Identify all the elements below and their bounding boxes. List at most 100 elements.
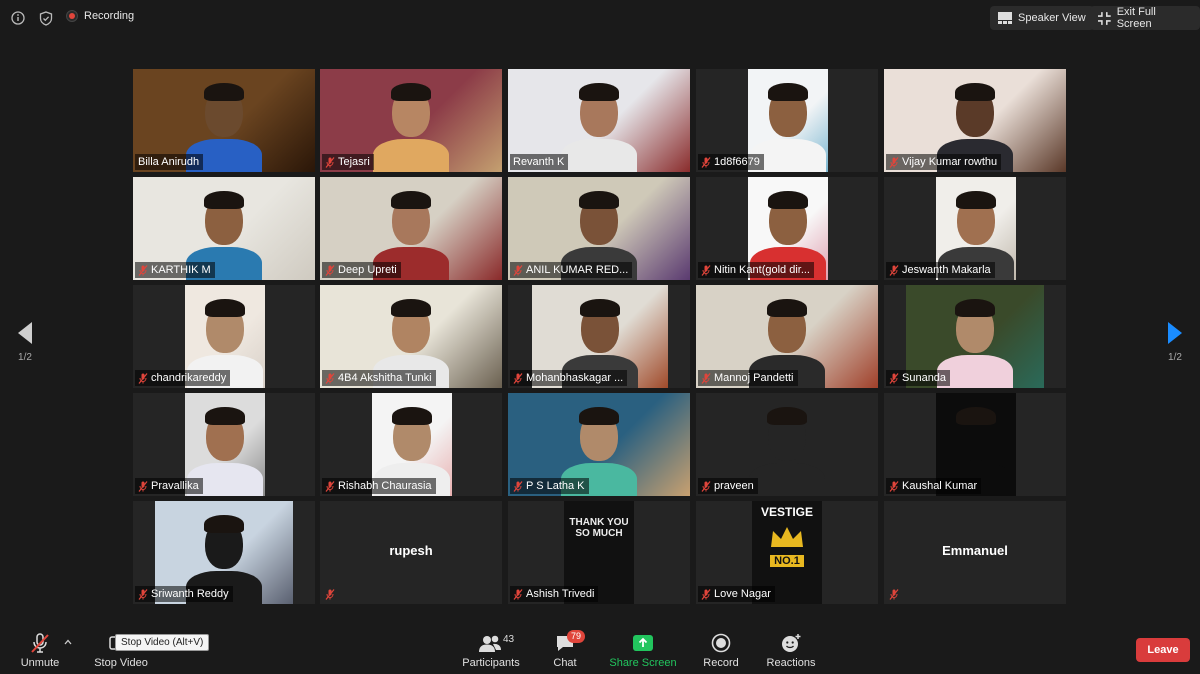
participant-tile[interactable]: Mannoj Pandetti (696, 285, 878, 388)
participant-tile[interactable]: Sriwanth Reddy (133, 501, 315, 604)
participant-tile[interactable]: Jeswanth Makarla (884, 177, 1066, 280)
participant-name-bar: Deep Upreti (322, 262, 401, 278)
speaker-view-icon (998, 12, 1012, 24)
shield-icon[interactable] (37, 9, 55, 27)
info-icon[interactable] (9, 9, 27, 27)
participant-name: Jeswanth Makarla (902, 264, 991, 276)
next-page-button[interactable]: 1/2 (1160, 322, 1190, 363)
participant-name-bar: Mannoj Pandetti (698, 370, 798, 386)
participant-tile[interactable]: Rishabh Chaurasia (320, 393, 502, 496)
participant-name-bar: Sunanda (886, 370, 951, 386)
mic-muted-icon (138, 264, 148, 276)
participant-name: Revanth K (513, 156, 565, 168)
mic-muted-icon (701, 264, 711, 276)
participant-tile[interactable]: 4B4 Akshitha Tunki (320, 285, 502, 388)
leave-button[interactable]: Leave (1136, 638, 1190, 662)
participant-name: Deep Upreti (338, 264, 397, 276)
participant-tile[interactable]: Revanth K (508, 69, 690, 172)
participant-name-bar: KARTHIK M (135, 262, 215, 278)
participants-icon (479, 635, 501, 652)
participant-tile[interactable]: Tejasri (320, 69, 502, 172)
chevron-right-icon (1168, 322, 1182, 344)
participant-tile[interactable]: Billa Anirudh (133, 69, 315, 172)
participant-name-bar: 1d8f6679 (698, 154, 764, 170)
participant-tile[interactable]: Kaushal Kumar (884, 393, 1066, 496)
previous-page-button[interactable]: 1/2 (10, 322, 40, 363)
speaker-view-button[interactable]: Speaker View (990, 6, 1094, 30)
participant-name: Sunanda (902, 372, 947, 384)
mic-muted-icon (889, 264, 899, 276)
record-button[interactable]: Record (699, 630, 743, 669)
participant-tile[interactable]: chandrikareddy (133, 285, 315, 388)
participant-name-bar: Nitin Kant(gold dir... (698, 262, 814, 278)
participant-name: Billa Anirudh (138, 156, 200, 168)
unmute-button[interactable]: Unmute (18, 630, 62, 669)
participant-name: Pravallika (151, 480, 199, 492)
participant-display-name: Emmanuel (942, 543, 1008, 558)
mic-muted-icon (889, 156, 899, 168)
participant-name-bar: Vijay Kumar rowthu (886, 154, 1002, 170)
participant-tile[interactable]: praveen (696, 393, 878, 496)
mic-muted-icon (138, 480, 148, 492)
mic-muted-icon (325, 156, 335, 168)
participant-tile[interactable]: ANIL KUMAR RED... (508, 177, 690, 280)
participant-tile[interactable]: Emmanuel (884, 501, 1066, 604)
participant-name: Sriwanth Reddy (151, 588, 229, 600)
participant-tile[interactable]: KARTHIK M (133, 177, 315, 280)
participant-name-bar: P S Latha K (510, 478, 589, 494)
participant-tile[interactable]: Mohanbhaskagar ... (508, 285, 690, 388)
participant-name: chandrikareddy (151, 372, 227, 384)
participant-name-bar: Jeswanth Makarla (886, 262, 995, 278)
participant-tile[interactable]: Sunanda (884, 285, 1066, 388)
record-icon (711, 633, 731, 653)
share-screen-button[interactable]: Share Screen (608, 630, 678, 669)
participant-name: Rishabh Chaurasia (338, 480, 432, 492)
video-image-text: VESTIGE (760, 505, 813, 519)
crown-icon (771, 527, 803, 547)
participant-tile[interactable]: Deep Upreti (320, 177, 502, 280)
chat-unread-badge: 79 (567, 630, 586, 643)
participant-tile[interactable]: 1d8f6679 (696, 69, 878, 172)
mic-muted-icon (31, 633, 49, 653)
exit-fullscreen-button[interactable]: Exit Full Screen (1090, 6, 1200, 30)
chat-button[interactable]: 79 Chat (545, 630, 586, 669)
participant-tile[interactable]: Vijay Kumar rowthu (884, 69, 1066, 172)
mic-muted-icon (138, 588, 148, 600)
participant-name: 4B4 Akshitha Tunki (338, 372, 432, 384)
participant-name-bar: praveen (698, 478, 758, 494)
participant-name: Ashish Trivedi (526, 588, 595, 600)
participant-tile[interactable]: P S Latha K (508, 393, 690, 496)
participant-name-bar: Billa Anirudh (135, 154, 204, 170)
participant-name-bar: Mohanbhaskagar ... (510, 370, 628, 386)
participant-name-bar: Tejasri (322, 154, 374, 170)
mic-muted-icon (701, 588, 711, 600)
mic-muted-icon (701, 480, 711, 492)
participant-name-bar: Revanth K (510, 154, 569, 170)
recording-indicator[interactable]: Recording (66, 10, 134, 22)
mic-muted-icon (701, 372, 711, 384)
participant-name: ANIL KUMAR RED... (526, 264, 629, 276)
stop-video-tooltip: Stop Video (Alt+V) (115, 634, 210, 651)
participants-button[interactable]: 43 Participants (458, 630, 524, 669)
participant-name: Mohanbhaskagar ... (526, 372, 624, 384)
participant-name-bar: Kaushal Kumar (886, 478, 982, 494)
participant-tile[interactable]: THANK YOU SO MUCH Ashish Trivedi (508, 501, 690, 604)
exit-fullscreen-icon (1098, 11, 1111, 25)
participant-name-bar: Rishabh Chaurasia (322, 478, 436, 494)
audio-options-caret[interactable] (62, 636, 74, 648)
participant-name: Tejasri (338, 156, 370, 168)
participant-tile[interactable]: rupesh (320, 501, 502, 604)
recording-label: Recording (84, 10, 135, 22)
mic-muted-icon (889, 480, 899, 492)
mic-muted-icon (889, 372, 899, 384)
video-image-subtext: NO.1 (770, 555, 804, 567)
video-image-text: THANK YOU SO MUCH (569, 517, 629, 539)
mic-muted-icon (513, 480, 523, 492)
participant-tile[interactable]: Nitin Kant(gold dir... (696, 177, 878, 280)
participant-tile[interactable]: Pravallika (133, 393, 315, 496)
participant-tile[interactable]: VESTIGE NO.1 Love Nagar (696, 501, 878, 604)
reactions-button[interactable]: Reactions (764, 630, 818, 669)
participant-name-bar: Ashish Trivedi (510, 586, 599, 602)
participant-name: praveen (714, 480, 754, 492)
participant-name-bar: ANIL KUMAR RED... (510, 262, 633, 278)
